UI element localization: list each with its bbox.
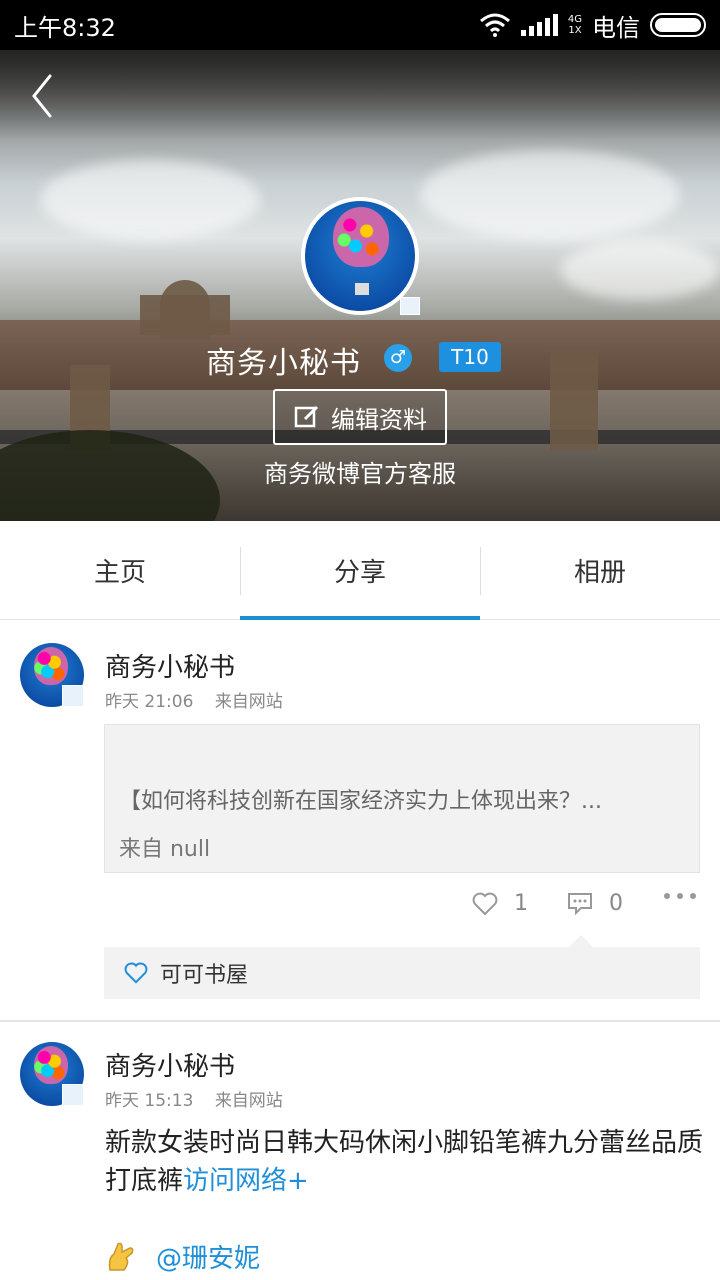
- tab-home[interactable]: 主页: [0, 521, 240, 619]
- profile-nickname: 商务小秘书: [206, 346, 361, 381]
- repost-card[interactable]: 【如何将科技创新在国家经济实力上体现出来？... 来自 null: [104, 724, 700, 873]
- liked-by-box[interactable]: 可可书屋: [104, 947, 700, 999]
- balloon-image: [333, 207, 389, 267]
- more-button[interactable]: [662, 891, 698, 901]
- status-icons: 4G 1X 电信: [479, 8, 706, 43]
- verified-badge-icon: [62, 1084, 84, 1106]
- verified-badge-icon: [400, 297, 420, 315]
- post-body: 新款女装时尚日韩大码休闲小脚铅笔裤九分蕾丝品质打底裤访问网络+: [105, 1124, 705, 1200]
- carrier-label: 电信: [592, 13, 640, 42]
- verified-badge-icon: [62, 685, 84, 707]
- edit-profile-button[interactable]: 编辑资料: [273, 389, 447, 445]
- tab-share[interactable]: 分享: [240, 521, 480, 620]
- more-icon: [664, 893, 696, 899]
- post-time: 昨天 15:13: [105, 1091, 194, 1111]
- battery-icon: [650, 13, 706, 37]
- comment-button[interactable]: 0: [567, 891, 623, 916]
- edit-profile-label: 编辑资料: [331, 405, 427, 434]
- post-meta: 昨天 15:13 来自网站: [105, 1086, 283, 1111]
- heart-icon: [472, 892, 498, 915]
- comment-icon: [568, 892, 592, 915]
- like-button[interactable]: 1: [472, 891, 528, 916]
- post-source: 来自网站: [214, 692, 283, 712]
- post-actions: 1 0: [0, 891, 720, 931]
- network-type: 4G 1X: [567, 14, 582, 36]
- post-author[interactable]: 商务小秘书: [105, 1046, 235, 1083]
- post-source: 来自网站: [214, 1091, 283, 1111]
- edit-icon: [294, 405, 319, 428]
- heart-outline-icon: [124, 962, 148, 984]
- feed-post: 商务小秘书 昨天 21:06 来自网站 【如何将科技创新在国家经济实力上体现出来…: [0, 621, 720, 1021]
- repost-text: 【如何将科技创新在国家经济实力上体现出来？...: [119, 789, 602, 814]
- mention-link[interactable]: @珊安妮: [156, 1238, 260, 1275]
- post-time: 昨天 21:06: [105, 692, 194, 712]
- comment-count: 0: [609, 891, 623, 916]
- signal-icon: [520, 14, 558, 36]
- status-time: 上午8:32: [14, 13, 116, 42]
- post-author[interactable]: 商务小秘书: [105, 647, 235, 684]
- level-badge: T10: [439, 342, 501, 372]
- hand-emoji-icon: [108, 1242, 134, 1271]
- profile-header: 商务小秘书 ♂ T10 编辑资料 商务微博官方客服: [0, 50, 720, 521]
- nickname-row: 商务小秘书 ♂ T10: [0, 338, 720, 382]
- feed-post: 商务小秘书 昨天 15:13 来自网站 新款女装时尚日韩大码休闲小脚铅笔裤九分蕾…: [0, 1022, 720, 1280]
- like-count: 1: [514, 891, 528, 916]
- post-link[interactable]: 访问网络+: [183, 1166, 309, 1196]
- tab-album[interactable]: 相册: [480, 521, 720, 619]
- wifi-icon: [479, 13, 510, 37]
- back-icon[interactable]: [28, 72, 58, 120]
- repost-source: 来自 null: [119, 837, 211, 862]
- liked-by-user: 可可书屋: [160, 963, 249, 988]
- post-meta: 昨天 21:06 来自网站: [105, 687, 283, 712]
- mention-row: @珊安妮: [104, 1238, 260, 1275]
- profile-tabs: 主页 分享 相册: [0, 521, 720, 620]
- profile-bio: 商务微博官方客服: [264, 460, 456, 488]
- male-icon: ♂: [384, 344, 412, 372]
- status-bar: 上午8:32 4G 1X 电信: [0, 0, 720, 50]
